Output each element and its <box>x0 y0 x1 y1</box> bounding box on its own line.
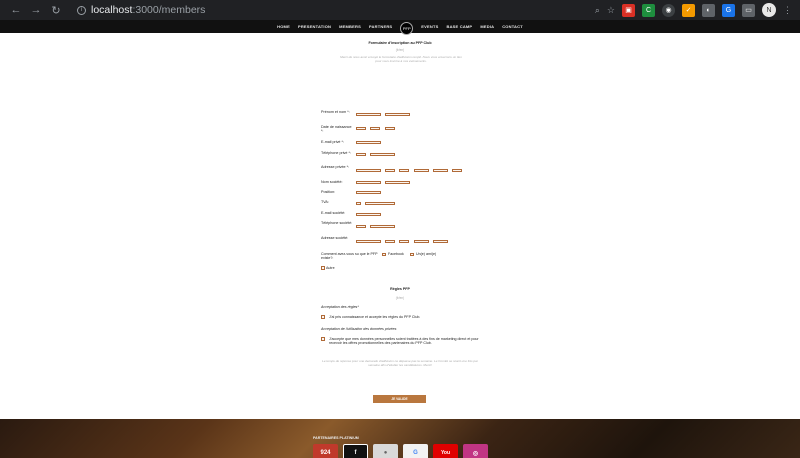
translate-icon[interactable]: G <box>722 3 735 17</box>
url-host: localhost <box>91 4 133 16</box>
apple-logo[interactable]: ● <box>373 444 398 458</box>
search-icon[interactable]: ⌕ <box>595 5 600 16</box>
rules-title: Règles PFP <box>390 287 410 291</box>
label-address-company: Adresse société: <box>321 236 349 240</box>
nav-media[interactable]: MEDIA <box>480 24 494 29</box>
friend-checkbox[interactable] <box>410 252 414 256</box>
other-checkbox[interactable] <box>321 266 325 270</box>
reload-icon[interactable]: ↻ <box>49 4 63 17</box>
label-email-private: E-mail privé *: <box>321 140 344 144</box>
birth-day-input[interactable] <box>356 127 366 130</box>
address-company-zip-input[interactable] <box>414 240 429 243</box>
phone-private-input[interactable] <box>370 153 395 156</box>
submit-button[interactable]: JE VALIDE <box>373 395 426 403</box>
menu-icon[interactable]: ⋮ <box>783 5 792 16</box>
address-company-city-input[interactable] <box>433 240 448 243</box>
extension-icon[interactable]: ▭ <box>742 3 755 17</box>
site-nav: HOME PRESENTATION MEMBERS PARTNERS PFP E… <box>0 20 800 35</box>
footer-title: PARTENAIRES PLATINIUM <box>313 436 359 440</box>
label-phone-company: Téléphone société: <box>321 221 353 225</box>
email-private-input[interactable] <box>356 141 381 144</box>
address-private-number-input[interactable] <box>385 169 395 172</box>
extension-icon[interactable]: ▣ <box>622 3 635 17</box>
browser-toolbar: ← → ↻ i localhost:3000/members ⌕ ☆ ▣ C ◉… <box>0 0 800 20</box>
avatar[interactable]: N <box>762 3 776 17</box>
membership-form: Formulaire d'inscription au PFP Club (fr… <box>0 33 800 419</box>
form-intro: Merci de nous avoir envoyé le formulaire… <box>340 55 462 64</box>
label-how-known: Comment avez-vous su que le PFP existe?: <box>321 252 378 261</box>
nav-members[interactable]: MEMBERS <box>339 24 361 29</box>
nav-controls: ← → ↻ <box>9 4 63 17</box>
address-private-zip-input[interactable] <box>414 169 429 172</box>
position-input[interactable] <box>356 191 381 194</box>
forward-icon[interactable]: → <box>29 4 43 16</box>
address-private-country-input[interactable] <box>452 169 462 172</box>
nav-home[interactable]: HOME <box>277 24 290 29</box>
phone-company-input[interactable] <box>370 225 395 228</box>
partner-tiles: 924 f ● G You ◎ <box>313 444 488 458</box>
first-name-input[interactable] <box>356 113 381 116</box>
extension-icon[interactable]: ◉ <box>662 3 675 17</box>
tva-input[interactable] <box>365 202 395 205</box>
footer: PARTENAIRES PLATINIUM 924 f ● G You ◎ <box>0 419 800 458</box>
extension-icon[interactable]: C <box>642 3 655 17</box>
data-usage-text: J'accepte que mes données personnelles s… <box>329 337 479 346</box>
back-icon[interactable]: ← <box>9 4 23 16</box>
tva-prefix-input[interactable] <box>356 202 361 205</box>
nav-base-camp[interactable]: BASE CAMP <box>447 24 473 29</box>
data-usage-heading: Acceptation de l'utilisation des données… <box>321 327 397 331</box>
nav-events[interactable]: EVENTS <box>421 24 438 29</box>
nav-presentation[interactable]: PRESENTATION <box>298 24 331 29</box>
friend-label: Un(e) ami(e) <box>416 252 437 256</box>
address-bar[interactable]: i localhost:3000/members <box>77 4 205 16</box>
form-subtitle: (fr/en) <box>395 48 405 52</box>
accept-rules-checkbox[interactable] <box>321 315 325 319</box>
rules-subtitle: (fr/en) <box>395 296 405 300</box>
partner-924-logo[interactable]: 924 <box>313 444 338 458</box>
accept-rules-heading: Acceptation des règles* <box>321 305 359 309</box>
company-input[interactable] <box>356 181 381 184</box>
info-icon[interactable]: i <box>77 5 86 15</box>
birth-year-input[interactable] <box>385 127 395 130</box>
nav-partners[interactable]: PARTNERS <box>369 24 392 29</box>
address-company-number-input[interactable] <box>385 240 395 243</box>
label-position: Position: <box>321 190 336 194</box>
star-icon[interactable]: ☆ <box>607 5 615 16</box>
google-logo[interactable]: G <box>403 444 428 458</box>
response-note: Le temps de réponse pour une demande d'a… <box>322 359 478 368</box>
label-email-company: E-mail société: <box>321 211 346 215</box>
other-label: Autre <box>326 266 335 270</box>
last-name-input[interactable] <box>385 113 410 116</box>
facebook-label: Facebook <box>388 252 404 256</box>
extensions: ⌕ ☆ ▣ C ◉ ✓ ◐ G ▭ N ⋮ <box>595 3 792 17</box>
address-company-street-input[interactable] <box>356 240 381 243</box>
extension-icon[interactable]: ✓ <box>682 3 695 17</box>
data-usage-checkbox[interactable] <box>321 337 325 341</box>
label-company: Nom société: <box>321 180 343 184</box>
email-company-input[interactable] <box>356 213 381 216</box>
phone-company-prefix-input[interactable] <box>356 225 366 228</box>
label-tva: TVA: <box>321 200 329 204</box>
company-extra-input[interactable] <box>385 181 410 184</box>
address-private-street-input[interactable] <box>356 169 381 172</box>
extension-icon[interactable]: ◐ <box>702 3 715 17</box>
label-address-private: Adresse privée *: <box>321 165 350 169</box>
address-company-box-input[interactable] <box>399 240 409 243</box>
address-private-city-input[interactable] <box>433 169 448 172</box>
youtube-logo[interactable]: You <box>433 444 458 458</box>
address-private-box-input[interactable] <box>399 169 409 172</box>
accept-rules-text: J'ai pris connaissance et accepte les rè… <box>329 315 421 319</box>
phone-private-prefix-input[interactable] <box>356 153 366 156</box>
url-path: :3000/members <box>132 4 206 16</box>
label-birth: Date de naissance *: <box>321 125 352 134</box>
label-phone-private: Téléphone privé *: <box>321 151 351 155</box>
form-title: Formulaire d'inscription au PFP Club <box>368 41 432 45</box>
facebook-checkbox[interactable] <box>382 252 386 256</box>
nav-contact[interactable]: CONTACT <box>502 24 523 29</box>
birth-month-input[interactable] <box>370 127 380 130</box>
facebook-logo[interactable]: f <box>343 444 368 458</box>
instagram-logo[interactable]: ◎ <box>463 444 488 458</box>
label-name: Prénom et nom *: <box>321 110 350 114</box>
